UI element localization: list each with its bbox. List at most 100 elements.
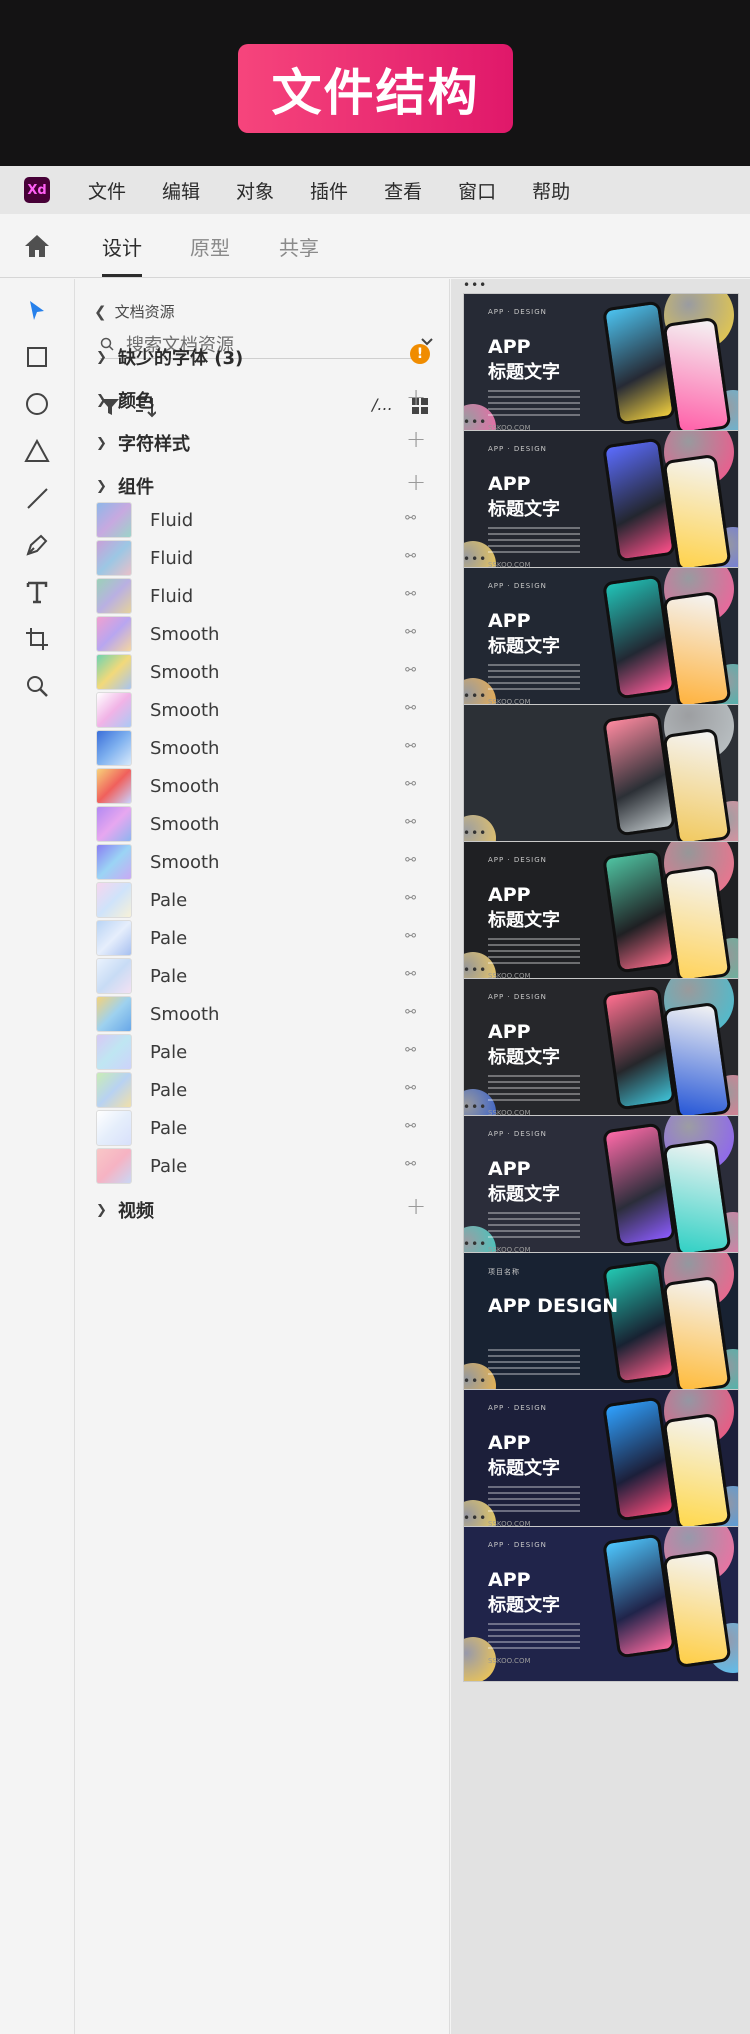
tab-prototype[interactable]: 原型 <box>190 232 230 261</box>
tab-design[interactable]: 设计 <box>102 232 142 261</box>
artboard[interactable]: APP · DESIGN APP 标题文字 SSKOO.COM <box>463 567 739 723</box>
artboard-tool-icon[interactable] <box>22 624 52 654</box>
section-missing-fonts[interactable]: ❯ 缺少的字体 (3) <box>96 345 243 369</box>
menu-window[interactable]: 窗口 <box>458 177 496 204</box>
menu-plugins[interactable]: 插件 <box>310 177 348 204</box>
link-icon[interactable]: ⚯ <box>405 777 416 792</box>
text-tool-icon[interactable] <box>22 577 52 607</box>
artboard[interactable]: APP · DESIGN APP 标题文字 SSKOO.COM <box>463 293 739 449</box>
link-icon[interactable]: ⚯ <box>405 739 416 754</box>
artboard-menu-icon[interactable]: ••• <box>463 964 487 976</box>
menu-help[interactable]: 帮助 <box>532 177 570 204</box>
rectangle-tool-icon[interactable] <box>22 342 52 372</box>
add-color-icon[interactable]: + <box>406 383 426 411</box>
component-item[interactable]: Smooth ⚯ <box>96 653 416 691</box>
section-character-styles[interactable]: ❯ 字符样式 <box>96 431 190 455</box>
link-icon[interactable]: ⚯ <box>405 511 416 526</box>
tab-share[interactable]: 共享 <box>279 232 319 261</box>
link-icon[interactable]: ⚯ <box>405 1081 416 1096</box>
link-icon[interactable]: ⚯ <box>405 929 416 944</box>
artboard-menu-icon[interactable]: ••• <box>463 827 487 839</box>
artboard-caption: APP · DESIGN <box>488 1541 547 1549</box>
link-icon[interactable]: ⚯ <box>405 1005 416 1020</box>
menu-edit[interactable]: 编辑 <box>162 177 200 204</box>
add-component-icon[interactable]: + <box>406 468 426 496</box>
artboard[interactable]: APP · DESIGN APP 标题文字 SSKOO.COM <box>463 978 739 1134</box>
component-item[interactable]: Smooth ⚯ <box>96 767 416 805</box>
link-icon[interactable]: ⚯ <box>405 663 416 678</box>
ellipse-tool-icon[interactable] <box>22 389 52 419</box>
link-icon[interactable]: ⚯ <box>405 1119 416 1134</box>
component-thumbnail <box>96 692 132 728</box>
component-item[interactable]: Fluid ⚯ <box>96 577 416 615</box>
section-video[interactable]: ❯ 视频 <box>96 1198 154 1222</box>
link-icon[interactable]: ⚯ <box>405 587 416 602</box>
back-button[interactable]: ❮ 文档资源 <box>94 301 175 322</box>
link-icon[interactable]: ⚯ <box>405 967 416 982</box>
component-item[interactable]: Pale ⚯ <box>96 881 416 919</box>
link-icon[interactable]: ⚯ <box>405 701 416 716</box>
menu-view[interactable]: 查看 <box>384 177 422 204</box>
component-label: Pale <box>150 889 188 911</box>
artboard-menu-icon[interactable]: ••• <box>463 690 487 702</box>
component-item[interactable]: Pale ⚯ <box>96 1109 416 1147</box>
artboard[interactable]: APP · DESIGN APP 标题文字 SSKOO.COM <box>463 1115 739 1271</box>
component-item[interactable]: Smooth ⚯ <box>96 615 416 653</box>
artboard-subtitle: 标题文字 <box>488 636 560 657</box>
back-label: 文档资源 <box>114 303 175 321</box>
component-item[interactable]: Smooth ⚯ <box>96 995 416 1033</box>
artboard-menu-icon[interactable]: ••• <box>463 553 487 565</box>
line-tool-icon[interactable] <box>22 483 52 513</box>
artboard-menu-icon[interactable]: ••• <box>463 1375 487 1387</box>
artboard[interactable]: 项目名称 APP DESIGN <box>463 1252 739 1408</box>
artboard-menu-icon[interactable]: ••• <box>463 1512 487 1524</box>
link-icon[interactable]: ⚯ <box>405 891 416 906</box>
section-components[interactable]: ❯ 组件 <box>96 474 154 498</box>
link-icon[interactable]: ⚯ <box>405 1043 416 1058</box>
component-thumbnail <box>96 768 132 804</box>
component-item[interactable]: Smooth ⚯ <box>96 805 416 843</box>
artboard-caption: 项目名称 <box>488 1268 520 1276</box>
component-item[interactable]: Pale ⚯ <box>96 1071 416 1109</box>
artboard[interactable]: APP · DESIGN APP 标题文字 SSKOO.COM <box>463 1526 739 1682</box>
component-thumbnail <box>96 502 132 538</box>
component-item[interactable]: Smooth ⚯ <box>96 729 416 767</box>
component-label: Smooth <box>150 699 220 721</box>
menu-file[interactable]: 文件 <box>88 177 126 204</box>
component-item[interactable]: Fluid ⚯ <box>96 501 416 539</box>
link-icon[interactable]: ⚯ <box>405 815 416 830</box>
menu-object[interactable]: 对象 <box>236 177 274 204</box>
artboard-menu-icon[interactable]: ••• <box>463 279 487 291</box>
add-character-style-icon[interactable]: + <box>406 425 426 453</box>
link-icon[interactable]: ⚯ <box>405 1157 416 1172</box>
link-icon[interactable]: ⚯ <box>405 853 416 868</box>
artboard[interactable]: APP · DESIGN APP 标题文字 SSKOO.COM <box>463 1389 739 1545</box>
component-thumbnail <box>96 1034 132 1070</box>
select-tool-icon[interactable] <box>22 296 52 326</box>
zoom-tool-icon[interactable] <box>22 671 52 701</box>
link-icon[interactable]: ⚯ <box>405 549 416 564</box>
artboard-menu-icon[interactable]: ••• <box>463 1101 487 1113</box>
artboard[interactable]: APP · DESIGN APP 标题文字 SSKOO.COM <box>463 841 739 997</box>
polygon-tool-icon[interactable] <box>22 436 52 466</box>
component-item[interactable]: Pale ⚯ <box>96 919 416 957</box>
artboard-menu-icon[interactable]: ••• <box>463 1238 487 1250</box>
component-thumbnail <box>96 1110 132 1146</box>
component-item[interactable]: Smooth ⚯ <box>96 843 416 881</box>
artboard[interactable]: APP · DESIGN APP 标题文字 SSKOO.COM <box>463 430 739 586</box>
document-assets-panel: ❮ 文档资源 搜索文档资源 /... ❯ 缺少的字体 (3) ! ❯ 颜色 + … <box>76 279 450 2034</box>
section-colors[interactable]: ❯ 颜色 <box>96 388 154 412</box>
component-item[interactable]: Fluid ⚯ <box>96 539 416 577</box>
link-icon[interactable]: ⚯ <box>405 625 416 640</box>
component-item[interactable]: Pale ⚯ <box>96 957 416 995</box>
path-icon[interactable]: /... <box>372 395 393 414</box>
component-item[interactable]: Smooth ⚯ <box>96 691 416 729</box>
component-item[interactable]: Pale ⚯ <box>96 1147 416 1185</box>
add-video-icon[interactable]: + <box>406 1192 426 1220</box>
component-item[interactable]: Pale ⚯ <box>96 1033 416 1071</box>
pen-tool-icon[interactable] <box>22 530 52 560</box>
component-label: Smooth <box>150 813 220 835</box>
home-icon[interactable] <box>24 234 50 258</box>
artboard[interactable] <box>463 704 739 860</box>
artboard-menu-icon[interactable]: ••• <box>463 416 487 428</box>
